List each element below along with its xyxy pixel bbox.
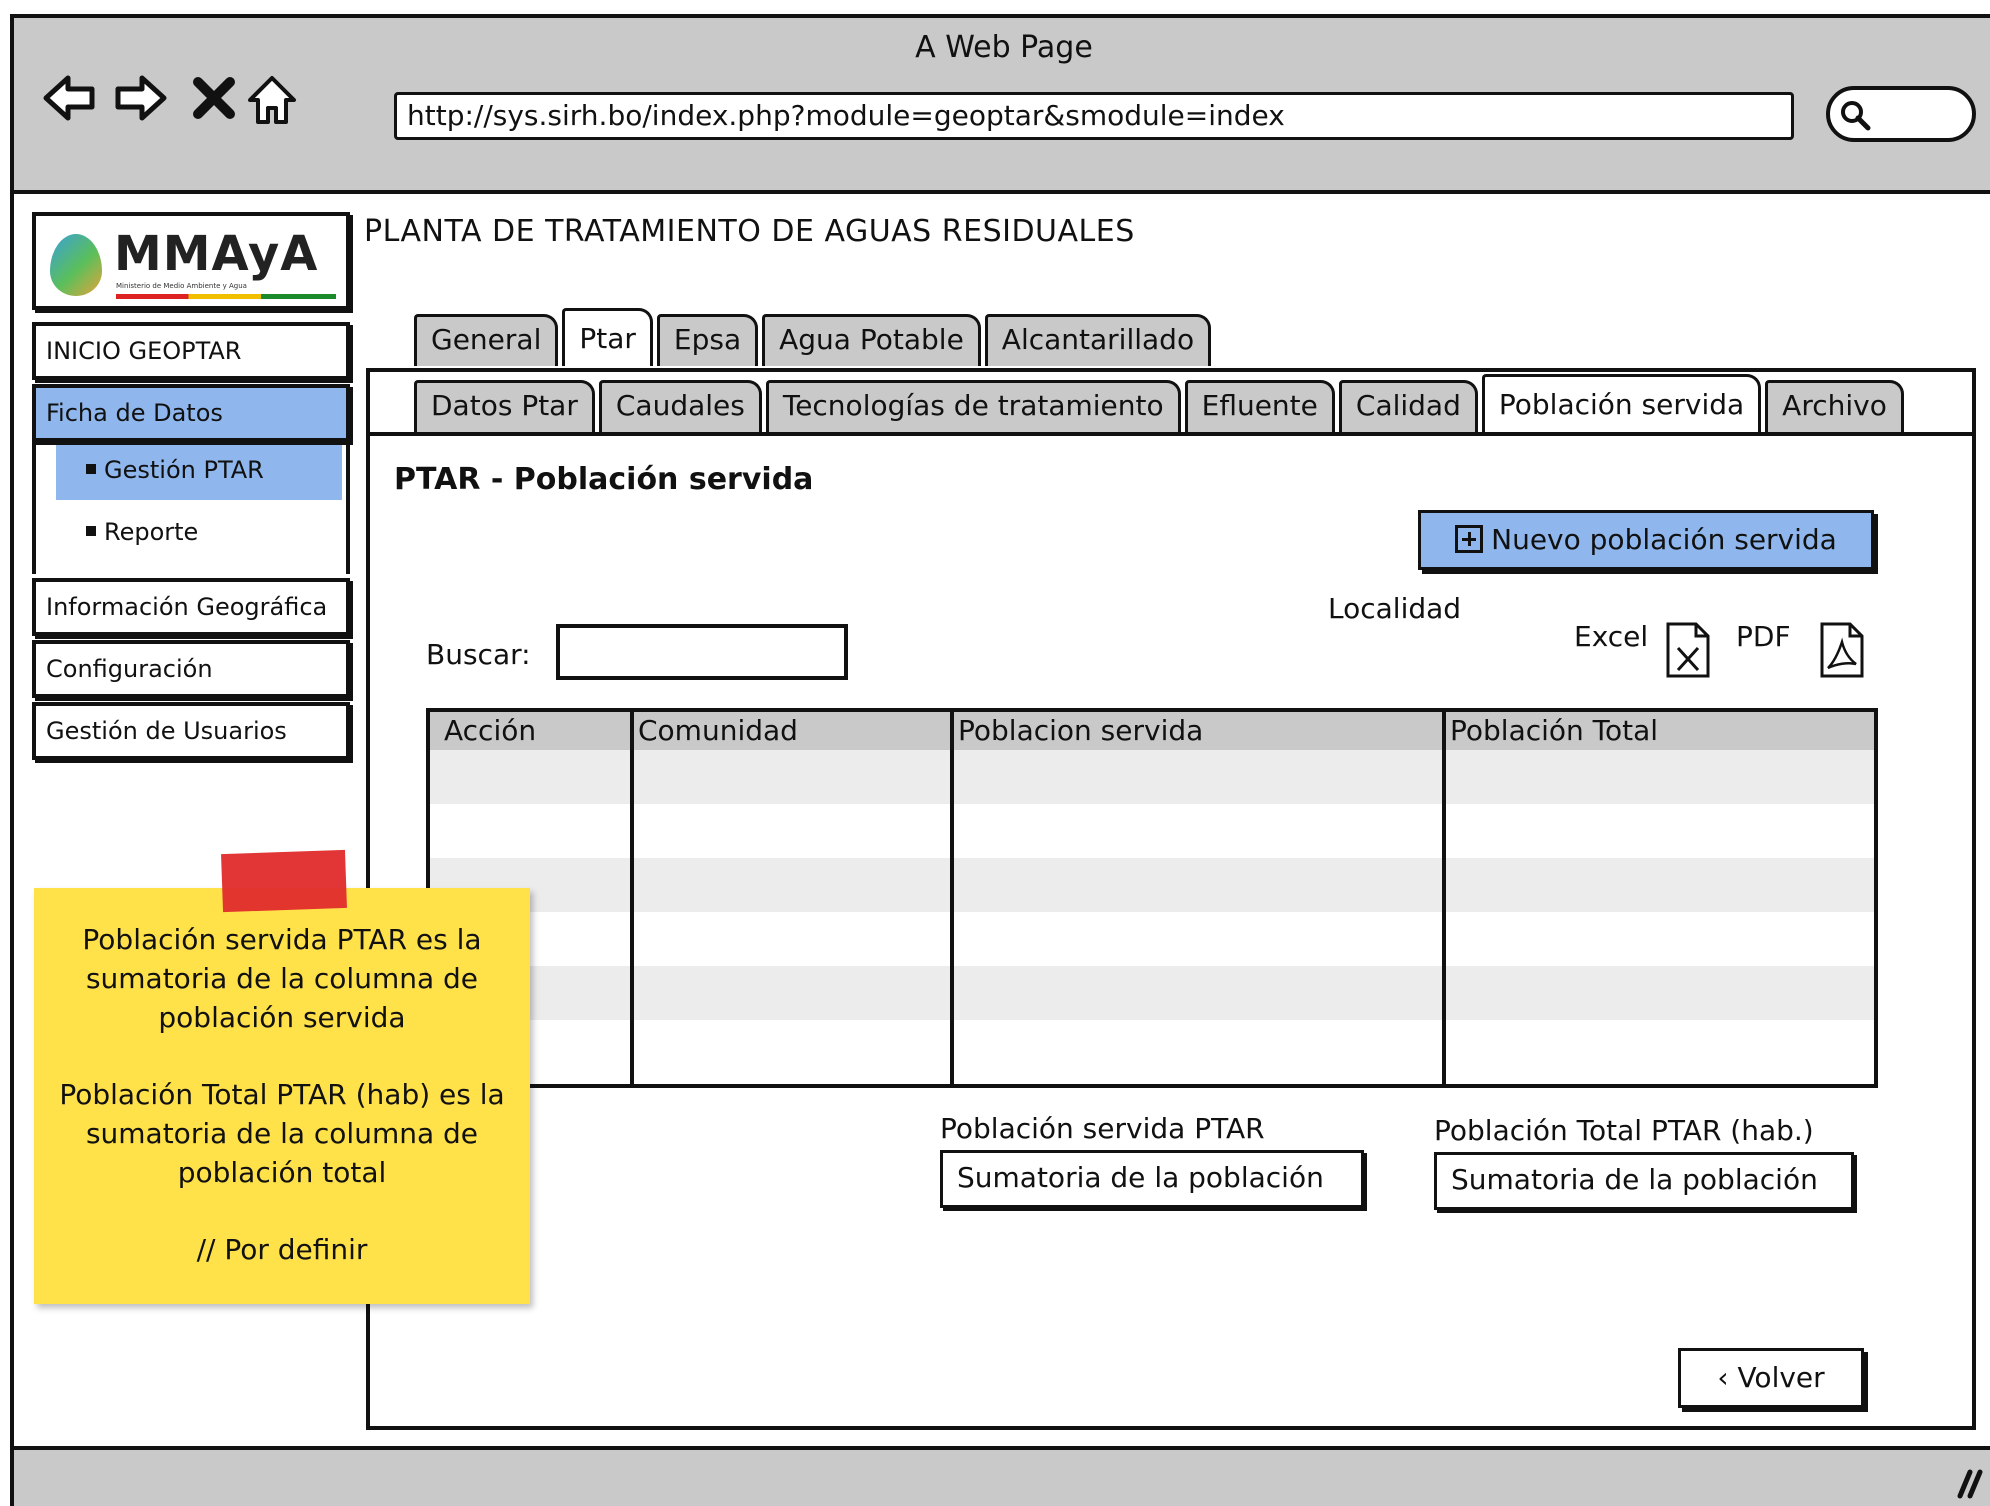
tab-epsa[interactable]: Epsa	[656, 314, 759, 366]
export-excel-label[interactable]: Excel	[1574, 620, 1648, 653]
search-label: Buscar:	[426, 638, 531, 671]
tab-tecnologias[interactable]: Tecnologías de tratamiento	[765, 380, 1181, 432]
table-row[interactable]	[430, 1020, 1874, 1074]
forward-arrow-icon[interactable]	[110, 68, 170, 128]
sidebar-item-ficha-de-datos[interactable]: Ficha de Datos	[32, 384, 350, 442]
poblacion-servida-ptar-label: Población servida PTAR	[940, 1112, 1265, 1145]
table-row[interactable]	[430, 750, 1874, 804]
sidebar-menu: INICIO GEOPTAR Ficha de Datos Gestión PT…	[32, 322, 352, 764]
excel-file-icon[interactable]	[1664, 620, 1712, 680]
bullet-icon	[86, 464, 96, 474]
back-button[interactable]: ‹ Volver	[1678, 1348, 1864, 1408]
new-button-label: Nuevo población servida	[1491, 523, 1837, 556]
new-poblacion-button[interactable]: Nuevo población servida	[1418, 510, 1874, 570]
sidebar-subitem-gestion-ptar[interactable]: Gestión PTAR	[56, 442, 342, 500]
column-header-poblacion-servida[interactable]: Poblacion servida	[958, 714, 1203, 747]
poblacion-table: Acción Comunidad Poblacion servida Pobla…	[426, 708, 1878, 1088]
tab-calidad[interactable]: Calidad	[1338, 380, 1478, 432]
sticky-note-text: Población servida PTAR es la sumatoria d…	[82, 923, 482, 1034]
back-button-label: Volver	[1737, 1361, 1825, 1394]
close-x-icon[interactable]	[184, 68, 244, 128]
section-title: PTAR - Población servida	[394, 462, 814, 497]
poblacion-servida-ptar-field[interactable]: Sumatoria de la población	[940, 1150, 1364, 1208]
logo-flag-stripe	[116, 294, 336, 299]
tab-efluente[interactable]: Efluente	[1184, 380, 1335, 432]
tab-archivo[interactable]: Archivo	[1765, 380, 1904, 432]
column-divider	[950, 712, 954, 1084]
column-header-accion[interactable]: Acción	[444, 714, 536, 747]
tab-alcantarillado[interactable]: Alcantarillado	[984, 314, 1212, 366]
sidebar-subitem-label: Reporte	[104, 518, 199, 546]
main-tabs: General Ptar Epsa Agua Potable Alcantari…	[414, 308, 1215, 366]
sidebar-item-gestion-de-usuarios[interactable]: Gestión de Usuarios	[32, 702, 350, 760]
sidebar-subitems: Gestión PTAR Reporte	[32, 442, 350, 574]
sidebar-item-inicio-geoptar[interactable]: INICIO GEOPTAR	[32, 322, 350, 380]
window-title: A Web Page	[915, 30, 1093, 65]
table-row[interactable]	[430, 912, 1874, 966]
pdf-file-icon[interactable]	[1818, 620, 1866, 680]
column-divider	[630, 712, 634, 1084]
page-title: PLANTA DE TRATAMIENTO DE AGUAS RESIDUALE…	[364, 214, 1135, 249]
tab-caudales[interactable]: Caudales	[598, 380, 762, 432]
browser-status-bar	[14, 1446, 1990, 1506]
sidebar-subitem-label: Gestión PTAR	[104, 456, 264, 484]
search-input[interactable]	[556, 624, 848, 680]
tab-agua-potable[interactable]: Agua Potable	[762, 314, 981, 366]
bullet-icon	[86, 526, 96, 536]
chevron-left-icon: ‹	[1717, 1361, 1738, 1394]
back-arrow-icon[interactable]	[40, 68, 100, 128]
export-pdf-label[interactable]: PDF	[1736, 620, 1791, 653]
sticky-note: Población servida PTAR es la sumatoria d…	[34, 888, 530, 1304]
localidad-label: Localidad	[1328, 592, 1462, 625]
home-icon[interactable]	[242, 70, 302, 130]
column-divider	[1442, 712, 1446, 1084]
tab-poblacion-servida[interactable]: Población servida	[1481, 374, 1762, 432]
table-row[interactable]	[430, 966, 1874, 1020]
resize-grip-icon[interactable]	[1948, 1464, 1984, 1500]
tab-ptar[interactable]: Ptar	[562, 308, 653, 366]
table-row[interactable]	[430, 804, 1874, 858]
logo-subtitle: Ministerio de Medio Ambiente y Agua	[116, 282, 247, 290]
sticky-note-text: Población Total PTAR (hab) es la sumator…	[59, 1078, 505, 1189]
plus-icon	[1455, 525, 1484, 553]
sidebar-item-configuracion[interactable]: Configuración	[32, 640, 350, 698]
browser-search-field[interactable]	[1826, 86, 1976, 142]
sticky-note-tape	[221, 849, 347, 913]
table-row[interactable]	[430, 858, 1874, 912]
mmaya-logo: MMAyA Ministerio de Medio Ambiente y Agu…	[32, 212, 350, 310]
poblacion-total-ptar-field[interactable]: Sumatoria de la población	[1434, 1152, 1854, 1210]
logo-text: MMAyA	[114, 226, 319, 282]
tab-datos-ptar[interactable]: Datos Ptar	[414, 380, 595, 432]
poblacion-total-ptar-label: Población Total PTAR (hab.)	[1434, 1114, 1814, 1147]
url-bar[interactable]: http://sys.sirh.bo/index.php?module=geop…	[394, 92, 1794, 140]
logo-drop-icon	[50, 234, 102, 296]
browser-chrome: A Web Page http://sys.sirh.bo/index.php?…	[14, 18, 1990, 194]
sub-tabs: Datos Ptar Caudales Tecnologías de trata…	[414, 374, 1908, 432]
magnifier-icon	[1841, 101, 1871, 131]
column-header-comunidad[interactable]: Comunidad	[638, 714, 798, 747]
sticky-note-text: // Por definir	[196, 1233, 368, 1266]
sidebar-subitem-reporte[interactable]: Reporte	[56, 504, 342, 562]
sidebar-item-informacion-geografica[interactable]: Información Geográfica	[32, 578, 350, 636]
tab-general[interactable]: General	[414, 314, 559, 366]
column-header-poblacion-total[interactable]: Población Total	[1450, 714, 1658, 747]
